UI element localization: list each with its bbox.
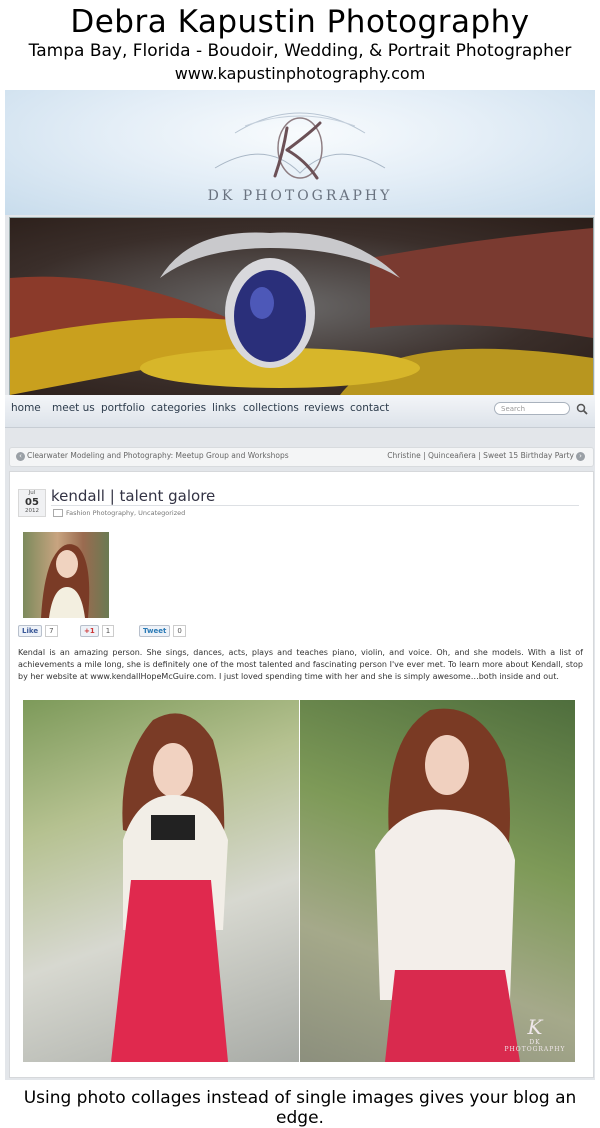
google-plus[interactable]: +1 1 (80, 625, 115, 637)
nav-categories[interactable]: categories (151, 402, 206, 414)
hero-ring-image (9, 217, 594, 396)
post-date-day: 05 (25, 497, 39, 508)
prev-post-title: Clearwater Modeling and Photography: Mee… (27, 451, 289, 460)
tweet-button[interactable]: Tweet (139, 625, 171, 637)
search-icon[interactable] (576, 403, 588, 415)
facebook-like-count: 7 (45, 625, 58, 637)
post-thumbnail[interactable] (23, 532, 109, 618)
dk-watermark-logo: K DK PHOTOGRAPHY (500, 1015, 570, 1053)
site-header: DK PHOTOGRAPHY (5, 90, 595, 215)
monogram-logo-icon[interactable] (205, 98, 395, 193)
nav-contact[interactable]: contact (350, 402, 389, 414)
folder-icon (53, 509, 63, 517)
photo-collage-left[interactable] (23, 700, 299, 1062)
post-categories-text[interactable]: Fashion Photography, Uncategorized (66, 509, 185, 517)
prev-post-link[interactable]: ‹ Clearwater Modeling and Photography: Me… (14, 451, 289, 461)
chevron-right-icon: › (576, 451, 585, 461)
post-date-month: Jul (28, 490, 36, 496)
nav-meet-us[interactable]: meet us (52, 402, 95, 414)
watermark-monogram-icon: K (527, 1015, 543, 1039)
banner-url: www.kapustinphotography.com (174, 64, 426, 83)
facebook-like-button[interactable]: Like (18, 625, 43, 637)
search-input[interactable]: Search (494, 402, 570, 415)
post-date-badge: Jul 05 2012 (18, 489, 46, 517)
nav-home[interactable]: home (11, 402, 41, 414)
google-plus-button[interactable]: +1 (80, 625, 99, 637)
watermark-text: DK PHOTOGRAPHY (504, 1039, 566, 1053)
title-divider (51, 505, 579, 506)
chevron-left-icon: ‹ (16, 451, 25, 461)
nav-portfolio[interactable]: portfolio (101, 402, 145, 414)
next-post-link[interactable]: Christine | Quinceañera | Sweet 15 Birth… (387, 451, 587, 461)
tweet-count: 0 (173, 625, 186, 637)
banner-subtitle: Tampa Bay, Florida - Boudoir, Wedding, &… (28, 41, 572, 61)
google-plus-count: 1 (101, 625, 115, 637)
banner-title: Debra Kapustin Photography (70, 4, 530, 40)
nav-collections[interactable]: collections (243, 402, 299, 414)
post-body-text: Kendal is an amazing person. She sings, … (18, 648, 583, 681)
image-caption: Using photo collages instead of single i… (23, 1088, 577, 1128)
photo-collage-right[interactable] (300, 700, 575, 1062)
next-post-title: Christine | Quinceañera | Sweet 15 Birth… (387, 451, 574, 460)
twitter-tweet[interactable]: Tweet 0 (139, 625, 186, 637)
nav-links[interactable]: links (212, 402, 236, 414)
post-categories: Fashion Photography, Uncategorized (53, 509, 185, 517)
post-date-year: 2012 (25, 508, 39, 514)
nav-reviews[interactable]: reviews (304, 402, 344, 414)
post-navigation: ‹ Clearwater Modeling and Photography: Me… (9, 447, 594, 467)
brand-name: DK PHOTOGRAPHY (207, 188, 393, 204)
facebook-like[interactable]: Like 7 (18, 625, 58, 637)
post-title[interactable]: kendall | talent galore (51, 487, 215, 505)
